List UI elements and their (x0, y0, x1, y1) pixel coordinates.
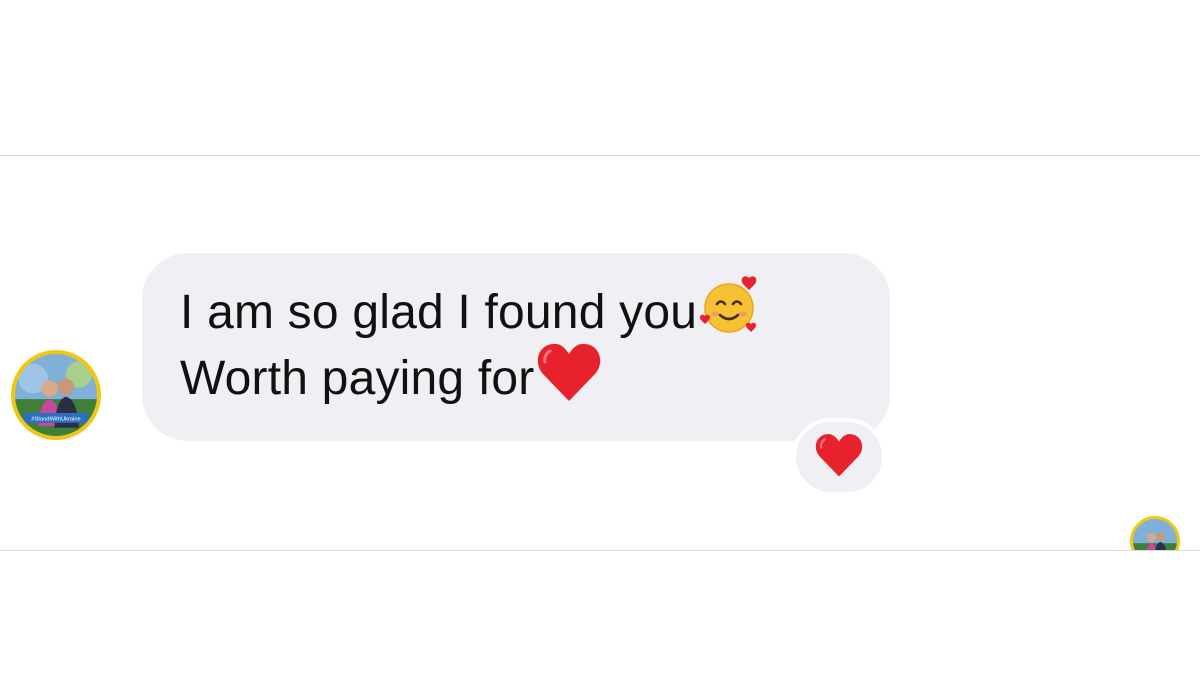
message-line-2: Worth paying for (180, 343, 890, 411)
read-receipt-avatar (1130, 516, 1180, 550)
message-line-1: I am so glad I found you (180, 276, 890, 345)
avatar-badge-text: #StandWithUkraine (31, 416, 80, 422)
sender-avatar[interactable]: #StandWithUkraine (11, 350, 101, 440)
smiling-face-with-hearts-icon (699, 274, 763, 350)
page: #StandWithUkraine I am so glad I found y… (0, 0, 1200, 675)
chat-thread: #StandWithUkraine I am so glad I found y… (0, 155, 1200, 551)
reaction-badge[interactable] (792, 418, 886, 496)
message-text-line-2: Worth paying for (180, 351, 535, 405)
avatar-photo: #StandWithUkraine (15, 354, 97, 436)
avatar-photo (1133, 519, 1177, 550)
message-text-line-1: I am so glad I found you (180, 285, 698, 339)
message-bubble[interactable]: I am so glad I found you Worth paying fo… (142, 253, 890, 441)
red-heart-icon (536, 341, 602, 415)
red-heart-icon (814, 432, 864, 483)
